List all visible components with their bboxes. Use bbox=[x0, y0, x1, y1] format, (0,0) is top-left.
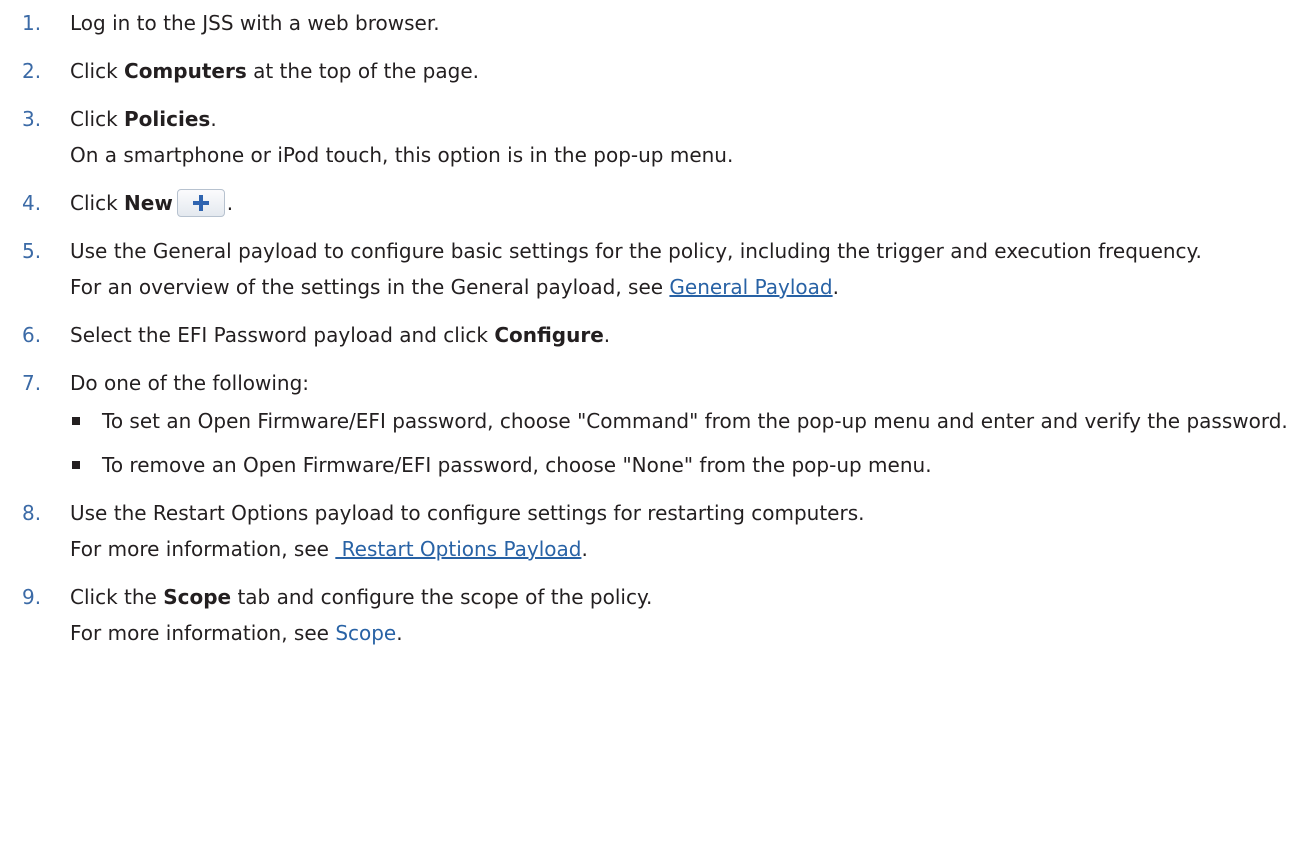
step-note-post: . bbox=[581, 537, 588, 561]
step-text-main: Log in to the JSS with a web browser. bbox=[70, 11, 440, 35]
step-number: 6. bbox=[22, 323, 42, 347]
list-item-text: To set an Open Firmware/EFI password, ch… bbox=[102, 409, 1288, 433]
restart-options-payload-link[interactable]: Restart Options Payload bbox=[335, 537, 582, 561]
list-item-text: To remove an Open Firmware/EFI password,… bbox=[102, 453, 932, 477]
step-text: Use the Restart Options payload to confi… bbox=[70, 498, 1296, 528]
ui-term-configure: Configure bbox=[494, 323, 604, 347]
bullet-square-icon bbox=[72, 461, 80, 469]
step-note: For more information, see Scope. bbox=[70, 618, 1296, 648]
step-text: Click Computers at the top of the page. bbox=[70, 56, 1296, 86]
step-text-post: . bbox=[603, 323, 611, 347]
step-text-post: at the top of the page. bbox=[246, 59, 479, 83]
step-number: 2. bbox=[22, 59, 42, 83]
list-item: To set an Open Firmware/EFI password, ch… bbox=[70, 406, 1296, 436]
step-text: Click Policies. bbox=[70, 104, 1296, 134]
step-text: Do one of the following: bbox=[70, 368, 1296, 398]
bullet-square-icon bbox=[72, 417, 80, 425]
step-note-text: For more information, see bbox=[70, 621, 336, 645]
step-note-text: For more information, see bbox=[70, 537, 336, 561]
step-text: Use the General payload to configure bas… bbox=[70, 236, 1296, 266]
step-number: 1. bbox=[22, 11, 42, 35]
step-note: On a smartphone or iPod touch, this opti… bbox=[70, 143, 734, 167]
step-text: Click the Scope tab and configure the sc… bbox=[70, 582, 1296, 612]
scope-link[interactable]: Scope bbox=[335, 621, 396, 645]
list-item: To remove an Open Firmware/EFI password,… bbox=[70, 450, 1296, 480]
step-4: 4. Click New. bbox=[0, 188, 1316, 218]
step-7: 7. Do one of the following: To set an Op… bbox=[0, 368, 1316, 480]
step-text-main: Click bbox=[70, 59, 125, 83]
step-text-post: tab and configure the scope of the polic… bbox=[231, 585, 653, 609]
ui-term-computers: Computers bbox=[124, 59, 247, 83]
step-text-main: Use the General payload to configure bas… bbox=[70, 239, 1202, 263]
step-number: 4. bbox=[22, 191, 42, 215]
new-button-image bbox=[176, 188, 225, 217]
procedure-document: 1. Log in to the JSS with a web browser.… bbox=[0, 0, 1316, 648]
step-note-post: . bbox=[832, 275, 839, 299]
step-number: 9. bbox=[22, 585, 42, 609]
step-text-main: Do one of the following: bbox=[70, 371, 310, 395]
step-2: 2. Click Computers at the top of the pag… bbox=[0, 56, 1316, 86]
step-note-text: For an overview of the settings in the G… bbox=[70, 275, 670, 299]
step-note: For an overview of the settings in the G… bbox=[70, 272, 1296, 302]
step-text: Select the EFI Password payload and clic… bbox=[70, 320, 1296, 350]
step-text-post: . bbox=[210, 107, 217, 131]
step-6: 6. Select the EFI Password payload and c… bbox=[0, 320, 1316, 350]
step-number: 8. bbox=[22, 501, 42, 525]
step-number: 7. bbox=[22, 371, 42, 395]
step-text: Click New. bbox=[70, 188, 1296, 218]
general-payload-link[interactable]: General Payload bbox=[669, 275, 832, 299]
step-number: 5. bbox=[22, 239, 42, 263]
step-text: Log in to the JSS with a web browser. bbox=[70, 8, 1296, 38]
step-text-main: Click bbox=[70, 107, 125, 131]
step-5: 5. Use the General payload to configure … bbox=[0, 236, 1316, 302]
step-9: 9. Click the Scope tab and configure the… bbox=[0, 582, 1316, 648]
step-text-main: Use the Restart Options payload to confi… bbox=[70, 501, 865, 525]
step-text-main: Click bbox=[70, 191, 125, 215]
ui-term-scope: Scope bbox=[163, 585, 232, 609]
step-note-post: . bbox=[396, 621, 403, 645]
step-8: 8. Use the Restart Options payload to co… bbox=[0, 498, 1316, 564]
step-text-post: . bbox=[226, 191, 234, 215]
option-list: To set an Open Firmware/EFI password, ch… bbox=[70, 406, 1296, 480]
ui-term-new: New bbox=[124, 191, 173, 215]
plus-icon bbox=[192, 194, 209, 211]
step-3: 3. Click Policies. On a smartphone or iP… bbox=[0, 104, 1316, 170]
step-text-main: Click the bbox=[70, 585, 164, 609]
step-text-main: Select the EFI Password payload and clic… bbox=[70, 323, 495, 347]
step-1: 1. Log in to the JSS with a web browser. bbox=[0, 8, 1316, 38]
step-number: 3. bbox=[22, 107, 42, 131]
ui-term-policies: Policies bbox=[124, 107, 211, 131]
step-note: For more information, see Restart Option… bbox=[70, 534, 1296, 564]
